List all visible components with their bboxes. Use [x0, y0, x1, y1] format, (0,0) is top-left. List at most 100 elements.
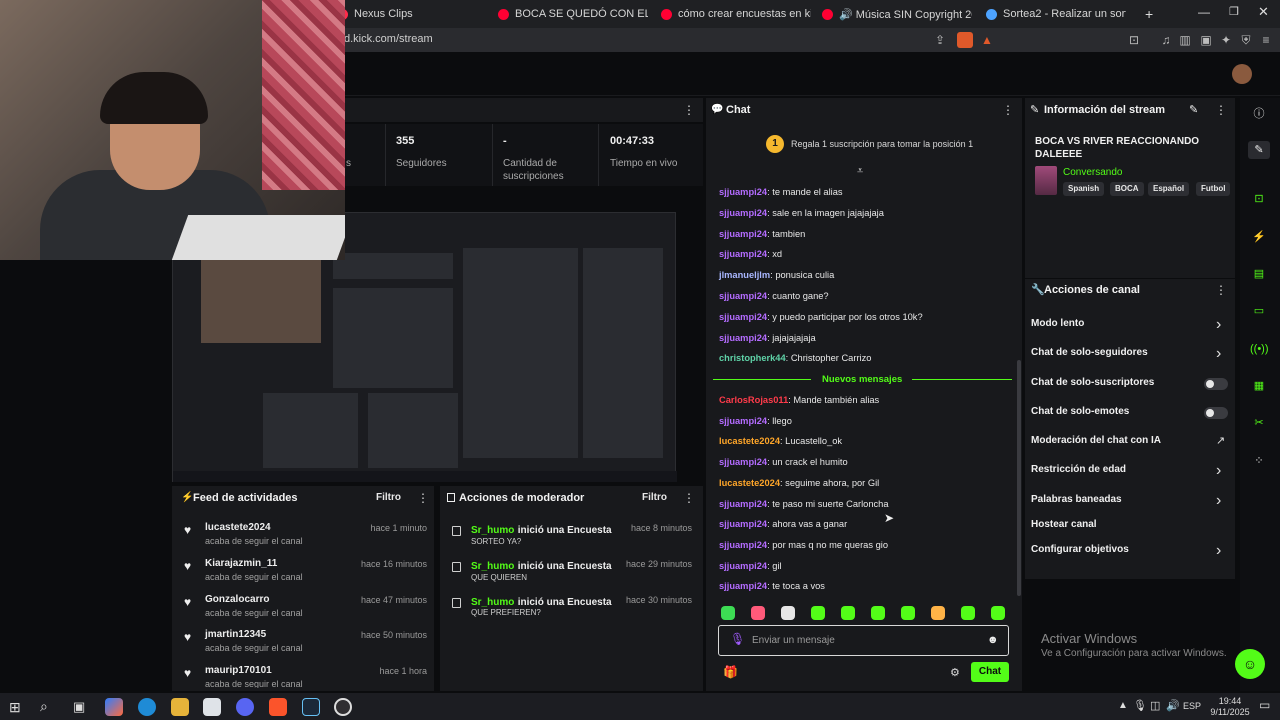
feed-item-name[interactable]: jmartin12345: [205, 629, 266, 640]
emote-icon[interactable]: [931, 606, 945, 620]
obs-icon[interactable]: [334, 698, 352, 716]
info-icon[interactable]: ⓘ: [1250, 105, 1268, 123]
store-icon[interactable]: [203, 698, 221, 716]
feed-filter-button[interactable]: Filtro: [376, 492, 401, 503]
file-explorer-icon[interactable]: [171, 698, 189, 716]
chat-username[interactable]: sjjuampi24: [719, 416, 767, 426]
feed-item-name[interactable]: Kiarajazmin_11: [205, 558, 277, 569]
toggle-switch[interactable]: [1204, 378, 1228, 390]
minimize-icon[interactable]: —: [1198, 5, 1210, 19]
notifications-icon[interactable]: ▭: [1259, 698, 1270, 712]
browser-tab[interactable]: Nexus Clips: [337, 4, 477, 24]
browser-tab-active[interactable]: Sortea2 - Realizar un sorteo: [986, 4, 1126, 24]
vpn-icon[interactable]: ⛨: [1239, 33, 1253, 47]
mod-user[interactable]: Sr_humo: [471, 525, 514, 536]
gift-sub-prompt[interactable]: Regala 1 suscripción para tomar la posic…: [791, 139, 973, 149]
toggle-switch[interactable]: [1204, 407, 1228, 419]
new-tab-button[interactable]: +: [1145, 6, 1153, 22]
mod-user[interactable]: Sr_humo: [471, 561, 514, 572]
share-icon[interactable]: ⇪: [933, 33, 947, 47]
support-chat-button[interactable]: ☺: [1235, 649, 1265, 679]
stream-tag[interactable]: Spanish: [1063, 182, 1105, 196]
chat-username[interactable]: christopherk44: [719, 353, 786, 363]
close-icon[interactable]: ✕: [1258, 4, 1269, 20]
chat-username[interactable]: sjjuampi24: [719, 561, 767, 571]
task-view-icon[interactable]: ▣: [73, 699, 85, 715]
avatar[interactable]: [1232, 64, 1252, 84]
tray-network-icon[interactable]: ◫: [1150, 699, 1160, 712]
chat-username[interactable]: sjjuampi24: [719, 229, 767, 239]
emote-icon[interactable]: [841, 606, 855, 620]
mod-menu-icon[interactable]: ⋮: [683, 491, 695, 505]
edit-icon[interactable]: ✎: [1189, 103, 1198, 116]
send-chat-button[interactable]: Chat: [971, 662, 1009, 682]
screenshot-icon[interactable]: ⊡: [1127, 33, 1141, 47]
chat-username[interactable]: sjjuampi24: [719, 457, 767, 467]
chat-username[interactable]: sjjuampi24: [719, 249, 767, 259]
chevron-right-icon[interactable]: ›: [1216, 492, 1221, 510]
brave-icon[interactable]: [269, 698, 287, 716]
chat-username[interactable]: sjjuampi24: [719, 581, 767, 591]
chevron-right-icon[interactable]: ›: [1216, 345, 1221, 363]
discord-icon[interactable]: [236, 698, 254, 716]
category-thumbnail[interactable]: [1035, 166, 1057, 195]
emote-icon[interactable]: [781, 606, 795, 620]
feed-item-name[interactable]: maurip170101: [205, 665, 272, 676]
media-icon[interactable]: ♫: [1159, 33, 1173, 47]
feed-item-name[interactable]: Gonzalocarro: [205, 594, 269, 605]
search-icon[interactable]: ⌕: [40, 698, 48, 715]
emote-icon[interactable]: [991, 606, 1005, 620]
chevron-right-icon[interactable]: ›: [1216, 542, 1221, 560]
chat-username[interactable]: sjjuampi24: [719, 499, 767, 509]
chat-username[interactable]: sjjuampi24: [719, 291, 767, 301]
tray-chevron-icon[interactable]: ▲: [1118, 700, 1128, 711]
channel-actions-menu-icon[interactable]: ⋮: [1215, 283, 1227, 297]
broadcast-icon[interactable]: ((•)): [1250, 340, 1269, 358]
edit-layout-icon[interactable]: ✎: [1248, 141, 1270, 159]
chat-username[interactable]: sjjuampi24: [719, 187, 767, 197]
feed-item-name[interactable]: lucastete2024: [205, 522, 271, 533]
brave-rewards-icon[interactable]: ▲: [980, 33, 994, 47]
copilot-icon[interactable]: [105, 698, 123, 716]
chat-username[interactable]: sjjuampi24: [719, 208, 767, 218]
stream-category[interactable]: Conversando: [1063, 167, 1122, 178]
extensions-icon[interactable]: ✦: [1219, 33, 1233, 47]
emote-icon[interactable]: [871, 606, 885, 620]
scan-icon[interactable]: ⊡: [1250, 190, 1268, 208]
microphone-icon[interactable]: 🎙: [730, 632, 745, 646]
tray-time[interactable]: 19:44: [1210, 696, 1250, 706]
external-link-icon[interactable]: ↗: [1216, 434, 1225, 447]
chat-username[interactable]: CarlosRojas011: [719, 395, 788, 405]
chat-menu-icon[interactable]: ⋮: [1002, 103, 1014, 117]
sidebar-icon[interactable]: ▥: [1178, 33, 1192, 47]
document-icon[interactable]: ▤: [1250, 265, 1268, 283]
chat-username[interactable]: jlmanueljlm: [719, 270, 770, 280]
settings-gear-icon[interactable]: ⚙: [950, 666, 960, 679]
feed-menu-icon[interactable]: ⋮: [417, 491, 429, 505]
chat-username[interactable]: sjjuampi24: [719, 540, 767, 550]
chat-scrollbar[interactable]: [1017, 360, 1021, 596]
emote-icon[interactable]: [721, 606, 735, 620]
tools-icon[interactable]: ✂: [1250, 414, 1268, 432]
maximize-icon[interactable]: ❐: [1229, 5, 1239, 18]
tray-volume-icon[interactable]: 🔊: [1166, 699, 1180, 712]
mod-user[interactable]: Sr_humo: [471, 597, 514, 608]
bolt-icon[interactable]: ⚡: [1250, 228, 1268, 246]
chat-username[interactable]: lucastete2024: [719, 478, 780, 488]
wallet-icon[interactable]: ▣: [1199, 33, 1213, 47]
stream-tag[interactable]: Español: [1148, 182, 1190, 196]
chevron-right-icon[interactable]: ›: [1216, 316, 1221, 334]
emoji-icon[interactable]: ☻: [987, 634, 999, 646]
stats-menu-icon[interactable]: ⋮: [683, 103, 695, 117]
chat-icon[interactable]: ▭: [1250, 302, 1268, 320]
stream-tag[interactable]: Futbol: [1196, 182, 1231, 196]
widgets-icon[interactable]: ⁘: [1250, 452, 1268, 470]
browser-tab[interactable]: cómo crear encuestas en kick #kicks: [661, 4, 811, 24]
chevron-right-icon[interactable]: ›: [1216, 462, 1221, 480]
chat-username[interactable]: sjjuampi24: [719, 312, 767, 322]
browser-tab[interactable]: 🔊 Música SIN Copyright 2025 (#2): [822, 4, 972, 24]
emote-icon[interactable]: [751, 606, 765, 620]
stream-tag[interactable]: BOCA: [1110, 182, 1144, 196]
start-icon[interactable]: ⊞: [9, 699, 21, 716]
layers-icon[interactable]: ▦: [1250, 377, 1268, 395]
